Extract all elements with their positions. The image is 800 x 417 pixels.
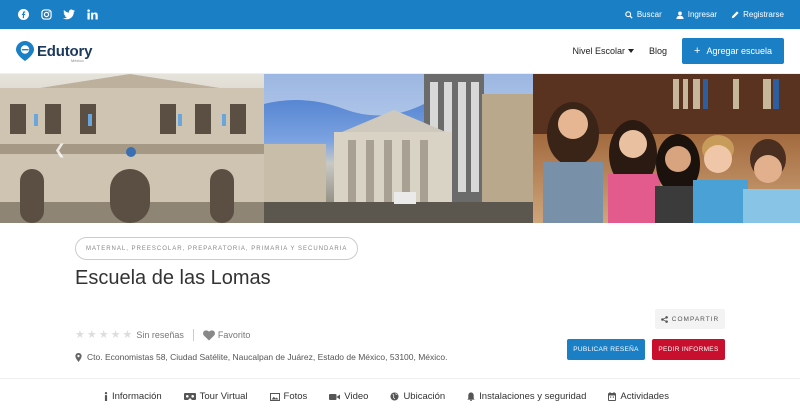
tab-label: Fotos (283, 391, 308, 402)
twitter-icon[interactable] (62, 7, 76, 21)
add-school-label: Agregar escuela (706, 46, 772, 56)
school-photo-1[interactable]: ❮ (0, 74, 264, 223)
vr-icon (183, 392, 196, 400)
address-text: Cto. Economistas 58, Ciudad Satélite, Na… (87, 352, 448, 362)
star-rating: ★ ★ ★ ★ ★ (75, 328, 133, 341)
school-photo-3[interactable] (533, 74, 800, 223)
video-icon (329, 393, 341, 400)
share-icon (660, 315, 668, 323)
photo-gallery: ❮ (0, 74, 800, 223)
tab-instalaciones[interactable]: Instalaciones y seguridad (467, 391, 586, 402)
request-info-button[interactable]: PEDIR INFORMES (652, 339, 725, 360)
school-name: Escuela de las Lomas (75, 267, 271, 289)
share-label: COMPARTIR (671, 315, 720, 323)
share-button[interactable]: COMPARTIR (655, 309, 725, 329)
image-icon (269, 392, 280, 401)
search-label: Buscar (636, 10, 662, 19)
plus-icon: + (694, 44, 701, 57)
star-icon: ★ (86, 328, 97, 341)
top-nav: Buscar Ingresar Registrarse (625, 0, 784, 29)
section-tabs-bar: Información Tour Virtual Fotos Video Ubi… (0, 378, 800, 417)
tab-actividades[interactable]: Actividades (608, 391, 669, 402)
logo[interactable]: Edutory México (16, 41, 93, 63)
star-icon: ★ (98, 328, 109, 341)
globe-icon (390, 392, 399, 401)
logo-text: Edutory (37, 42, 93, 60)
rating-row: ★ ★ ★ ★ ★ Sin reseñas Favorito (75, 329, 250, 341)
edutory-logo-icon (16, 41, 34, 61)
gallery-prev-icon[interactable]: ❮ (54, 141, 66, 158)
social-links (16, 7, 99, 21)
register-link[interactable]: Registrarse (731, 10, 784, 19)
tab-label: Instalaciones y seguridad (479, 391, 587, 402)
publish-review-button[interactable]: PUBLICAR RESEÑA (567, 339, 645, 360)
star-icon: ★ (75, 328, 85, 341)
school-level-dropdown[interactable]: Nivel Escolar (572, 46, 634, 56)
tab-label: Video (344, 391, 369, 402)
map-pin-icon (75, 352, 82, 362)
caret-down-icon (628, 49, 634, 53)
star-icon: ★ (110, 328, 121, 341)
logo-subtext: México (71, 58, 84, 63)
login-label: Ingresar (687, 10, 718, 19)
favorite-button[interactable]: Favorito (202, 329, 251, 341)
add-school-button[interactable]: + Agregar escuela (682, 38, 784, 64)
main-nav: Nivel Escolar Blog + Agregar escuela (572, 38, 784, 64)
tab-fotos[interactable]: Fotos (269, 391, 308, 402)
tab-ubicacion[interactable]: Ubicación (390, 391, 445, 402)
top-bar: Buscar Ingresar Registrarse (0, 0, 800, 29)
main-header: Edutory México Nivel Escolar Blog + Agre… (0, 29, 800, 74)
tab-label: Actividades (620, 391, 669, 402)
school-photo-2[interactable] (264, 74, 533, 223)
blog-link[interactable]: Blog (649, 46, 667, 56)
tab-label: Tour Virtual (199, 391, 248, 402)
bell-icon (467, 392, 475, 401)
linkedin-icon[interactable] (85, 7, 99, 21)
register-label: Registrarse (743, 10, 784, 19)
school-levels-badge: Maternal, Preescolar, Preparatoria, Prim… (75, 237, 359, 260)
star-icon: ★ (122, 328, 133, 341)
user-icon (676, 11, 684, 19)
tab-label: Ubicación (403, 391, 446, 402)
login-link[interactable]: Ingresar (676, 10, 717, 19)
favorite-label: Favorito (217, 330, 251, 340)
search-icon (625, 10, 633, 19)
school-level-label: Nivel Escolar (572, 46, 625, 56)
tab-label: Información (112, 391, 162, 402)
info-icon (104, 392, 108, 401)
tab-informacion[interactable]: Información (104, 391, 162, 402)
school-address: Cto. Economistas 58, Ciudad Satélite, Na… (75, 352, 448, 362)
pencil-icon (731, 10, 739, 18)
heart-icon (202, 329, 215, 340)
tab-video[interactable]: Video (329, 391, 368, 402)
facebook-icon[interactable] (16, 7, 30, 21)
tab-tour-virtual[interactable]: Tour Virtual (183, 391, 248, 402)
calendar-icon (608, 392, 617, 401)
instagram-icon[interactable] (39, 7, 53, 21)
search-link[interactable]: Buscar (625, 10, 662, 19)
section-tabs: Información Tour Virtual Fotos Video Ubi… (104, 391, 669, 402)
divider (192, 329, 194, 341)
reviews-count[interactable]: Sin reseñas (136, 330, 184, 340)
